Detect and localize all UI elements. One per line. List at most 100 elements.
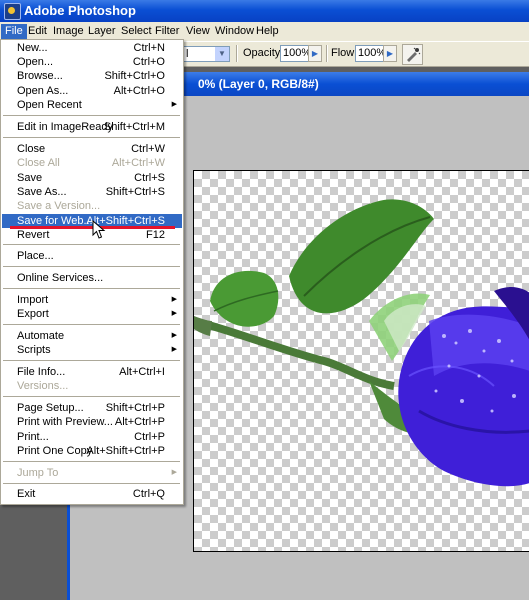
menu-separator xyxy=(3,288,180,289)
file-menu-place[interactable]: Place... xyxy=(2,249,182,263)
menu-item-label: File Info... xyxy=(17,366,66,378)
file-menu-automate[interactable]: Automate ▶ xyxy=(2,329,182,343)
menu-separator xyxy=(3,115,180,116)
menu-item-shortcut: Alt+Shift+Ctrl+P xyxy=(86,445,165,457)
app-title: Adobe Photoshop xyxy=(24,3,136,18)
submenu-arrow-icon: ▶ xyxy=(171,101,177,108)
file-menu-exit[interactable]: Exit Ctrl+Q xyxy=(2,487,182,501)
menu-item-shortcut: Shift+Ctrl+S xyxy=(105,186,165,198)
menu-item-label: Print with Preview... xyxy=(17,416,113,428)
submenu-arrow-icon: ▶ xyxy=(171,332,177,339)
menu-filter[interactable]: Filter xyxy=(151,24,183,39)
file-menu-print[interactable]: Print... Ctrl+P xyxy=(2,430,182,444)
menu-separator xyxy=(3,324,180,325)
menu-item-label: Open Recent xyxy=(17,99,82,111)
menu-help[interactable]: Help xyxy=(252,24,283,39)
file-menu-close[interactable]: Close Ctrl+W xyxy=(2,142,182,156)
file-menu-import[interactable]: Import ▶ xyxy=(2,293,182,307)
file-menu-print-one-copy[interactable]: Print One Copy Alt+Shift+Ctrl+P xyxy=(2,444,182,458)
menu-image[interactable]: Image xyxy=(49,24,88,39)
submenu-arrow-icon: ▶ xyxy=(171,346,177,353)
dropdown-arrow-icon[interactable]: ▼ xyxy=(215,47,229,61)
menu-item-label: Save a Version... xyxy=(17,200,101,212)
menu-item-shortcut: Ctrl+S xyxy=(134,172,165,184)
file-menu-scripts[interactable]: Scripts ▶ xyxy=(2,343,182,357)
menu-item-label: Print One Copy xyxy=(17,445,93,457)
menu-item-label: Online Services... xyxy=(17,272,104,284)
file-menu-print-with-preview[interactable]: Print with Preview... Alt+Ctrl+P xyxy=(2,415,182,429)
menu-item-label: Export xyxy=(17,308,49,320)
menu-item-shortcut: Shift+Ctrl+M xyxy=(103,121,165,133)
file-menu-browse[interactable]: Browse... Shift+Ctrl+O xyxy=(2,69,182,83)
file-menu-versions: Versions... xyxy=(2,379,182,393)
menu-item-shortcut: Alt+Ctrl+O xyxy=(113,85,165,97)
file-menu-page-setup[interactable]: Page Setup... Shift+Ctrl+P xyxy=(2,401,182,415)
opacity-slider-arrow-icon[interactable]: ▶ xyxy=(308,45,322,62)
menu-item-label: Edit in ImageReady xyxy=(17,121,113,133)
file-menu-close-all: Close All Alt+Ctrl+W xyxy=(2,156,182,170)
file-menu-export[interactable]: Export ▶ xyxy=(2,307,182,321)
menu-item-shortcut: Ctrl+P xyxy=(134,431,165,443)
file-menu-open-as[interactable]: Open As... Alt+Ctrl+O xyxy=(2,84,182,98)
menu-file[interactable]: File xyxy=(1,24,27,39)
menu-item-shortcut: Alt+Ctrl+P xyxy=(114,416,165,428)
menu-separator xyxy=(3,461,180,462)
menu-item-shortcut: Ctrl+W xyxy=(131,143,165,155)
photoshop-app-icon xyxy=(4,3,21,20)
menu-item-label: Open... xyxy=(17,56,54,68)
menu-item-shortcut: Shift+Ctrl+O xyxy=(104,70,165,82)
menu-separator xyxy=(3,483,180,484)
flow-slider-arrow-icon[interactable]: ▶ xyxy=(383,45,397,62)
menu-item-label: Save xyxy=(17,172,43,184)
rose-image xyxy=(194,199,529,487)
menu-separator xyxy=(3,244,180,245)
menu-item-label: Import xyxy=(17,294,49,306)
file-menu-open[interactable]: Open... Ctrl+O xyxy=(2,55,182,69)
submenu-arrow-icon: ▶ xyxy=(171,310,177,317)
airbrush-toggle-button[interactable] xyxy=(402,44,423,65)
menu-layer[interactable]: Layer xyxy=(84,24,120,39)
menu-edit[interactable]: Edit xyxy=(24,24,51,39)
mouse-pointer-icon xyxy=(92,220,106,239)
file-menu-save[interactable]: Save Ctrl+S xyxy=(2,171,182,185)
file-menu-new[interactable]: New... Ctrl+N xyxy=(2,41,182,55)
airbrush-icon xyxy=(407,47,421,62)
menu-item-label: Jump To xyxy=(17,467,59,479)
toolbar-divider xyxy=(326,45,328,62)
menu-item-label: Versions... xyxy=(17,380,69,392)
menu-item-shortcut: Ctrl+O xyxy=(132,56,165,68)
app-title-bar[interactable]: Adobe Photoshop xyxy=(0,0,529,22)
menu-select[interactable]: Select xyxy=(117,24,156,39)
menu-item-label: Place... xyxy=(17,250,54,262)
file-menu-online-services[interactable]: Online Services... xyxy=(2,271,182,285)
submenu-arrow-icon: ▶ xyxy=(171,469,177,476)
menu-item-shortcut: Ctrl+N xyxy=(133,42,165,54)
menu-item-shortcut: Shift+Ctrl+P xyxy=(105,402,165,414)
menu-item-label: Scripts xyxy=(17,344,51,356)
blend-mode-select[interactable]: l ▼ xyxy=(182,46,230,62)
menu-item-shortcut: Alt+Ctrl+I xyxy=(119,366,165,378)
menu-item-shortcut: F12 xyxy=(146,229,165,241)
file-menu-jump-to: Jump To ▶ xyxy=(2,466,182,480)
file-menu-edit-in-imageready[interactable]: Edit in ImageReady Shift+Ctrl+M xyxy=(2,120,182,134)
file-menu-file-info[interactable]: File Info... Alt+Ctrl+I xyxy=(2,365,182,379)
menu-item-label: Save As... xyxy=(17,186,67,198)
file-menu-open-recent[interactable]: Open Recent ▶ xyxy=(2,98,182,112)
menu-view[interactable]: View xyxy=(182,24,214,39)
menu-item-label: Close All xyxy=(17,157,60,169)
menu-item-label: Browse... xyxy=(17,70,63,82)
menu-item-label: Page Setup... xyxy=(17,402,84,414)
menu-item-shortcut: Ctrl+Q xyxy=(132,488,165,500)
image-canvas[interactable] xyxy=(193,170,529,552)
opacity-label: Opacity: xyxy=(243,47,284,59)
menu-separator xyxy=(3,360,180,361)
menu-separator xyxy=(3,396,180,397)
submenu-arrow-icon: ▶ xyxy=(171,296,177,303)
menu-separator xyxy=(3,266,180,267)
file-menu-save-as[interactable]: Save As... Shift+Ctrl+S xyxy=(2,185,182,199)
menu-item-label: Automate xyxy=(17,330,65,342)
blend-mode-value: l xyxy=(186,48,189,60)
menu-item-label: Revert xyxy=(17,229,50,241)
menu-item-label: Close xyxy=(17,143,46,155)
menu-item-label: Exit xyxy=(17,488,36,500)
